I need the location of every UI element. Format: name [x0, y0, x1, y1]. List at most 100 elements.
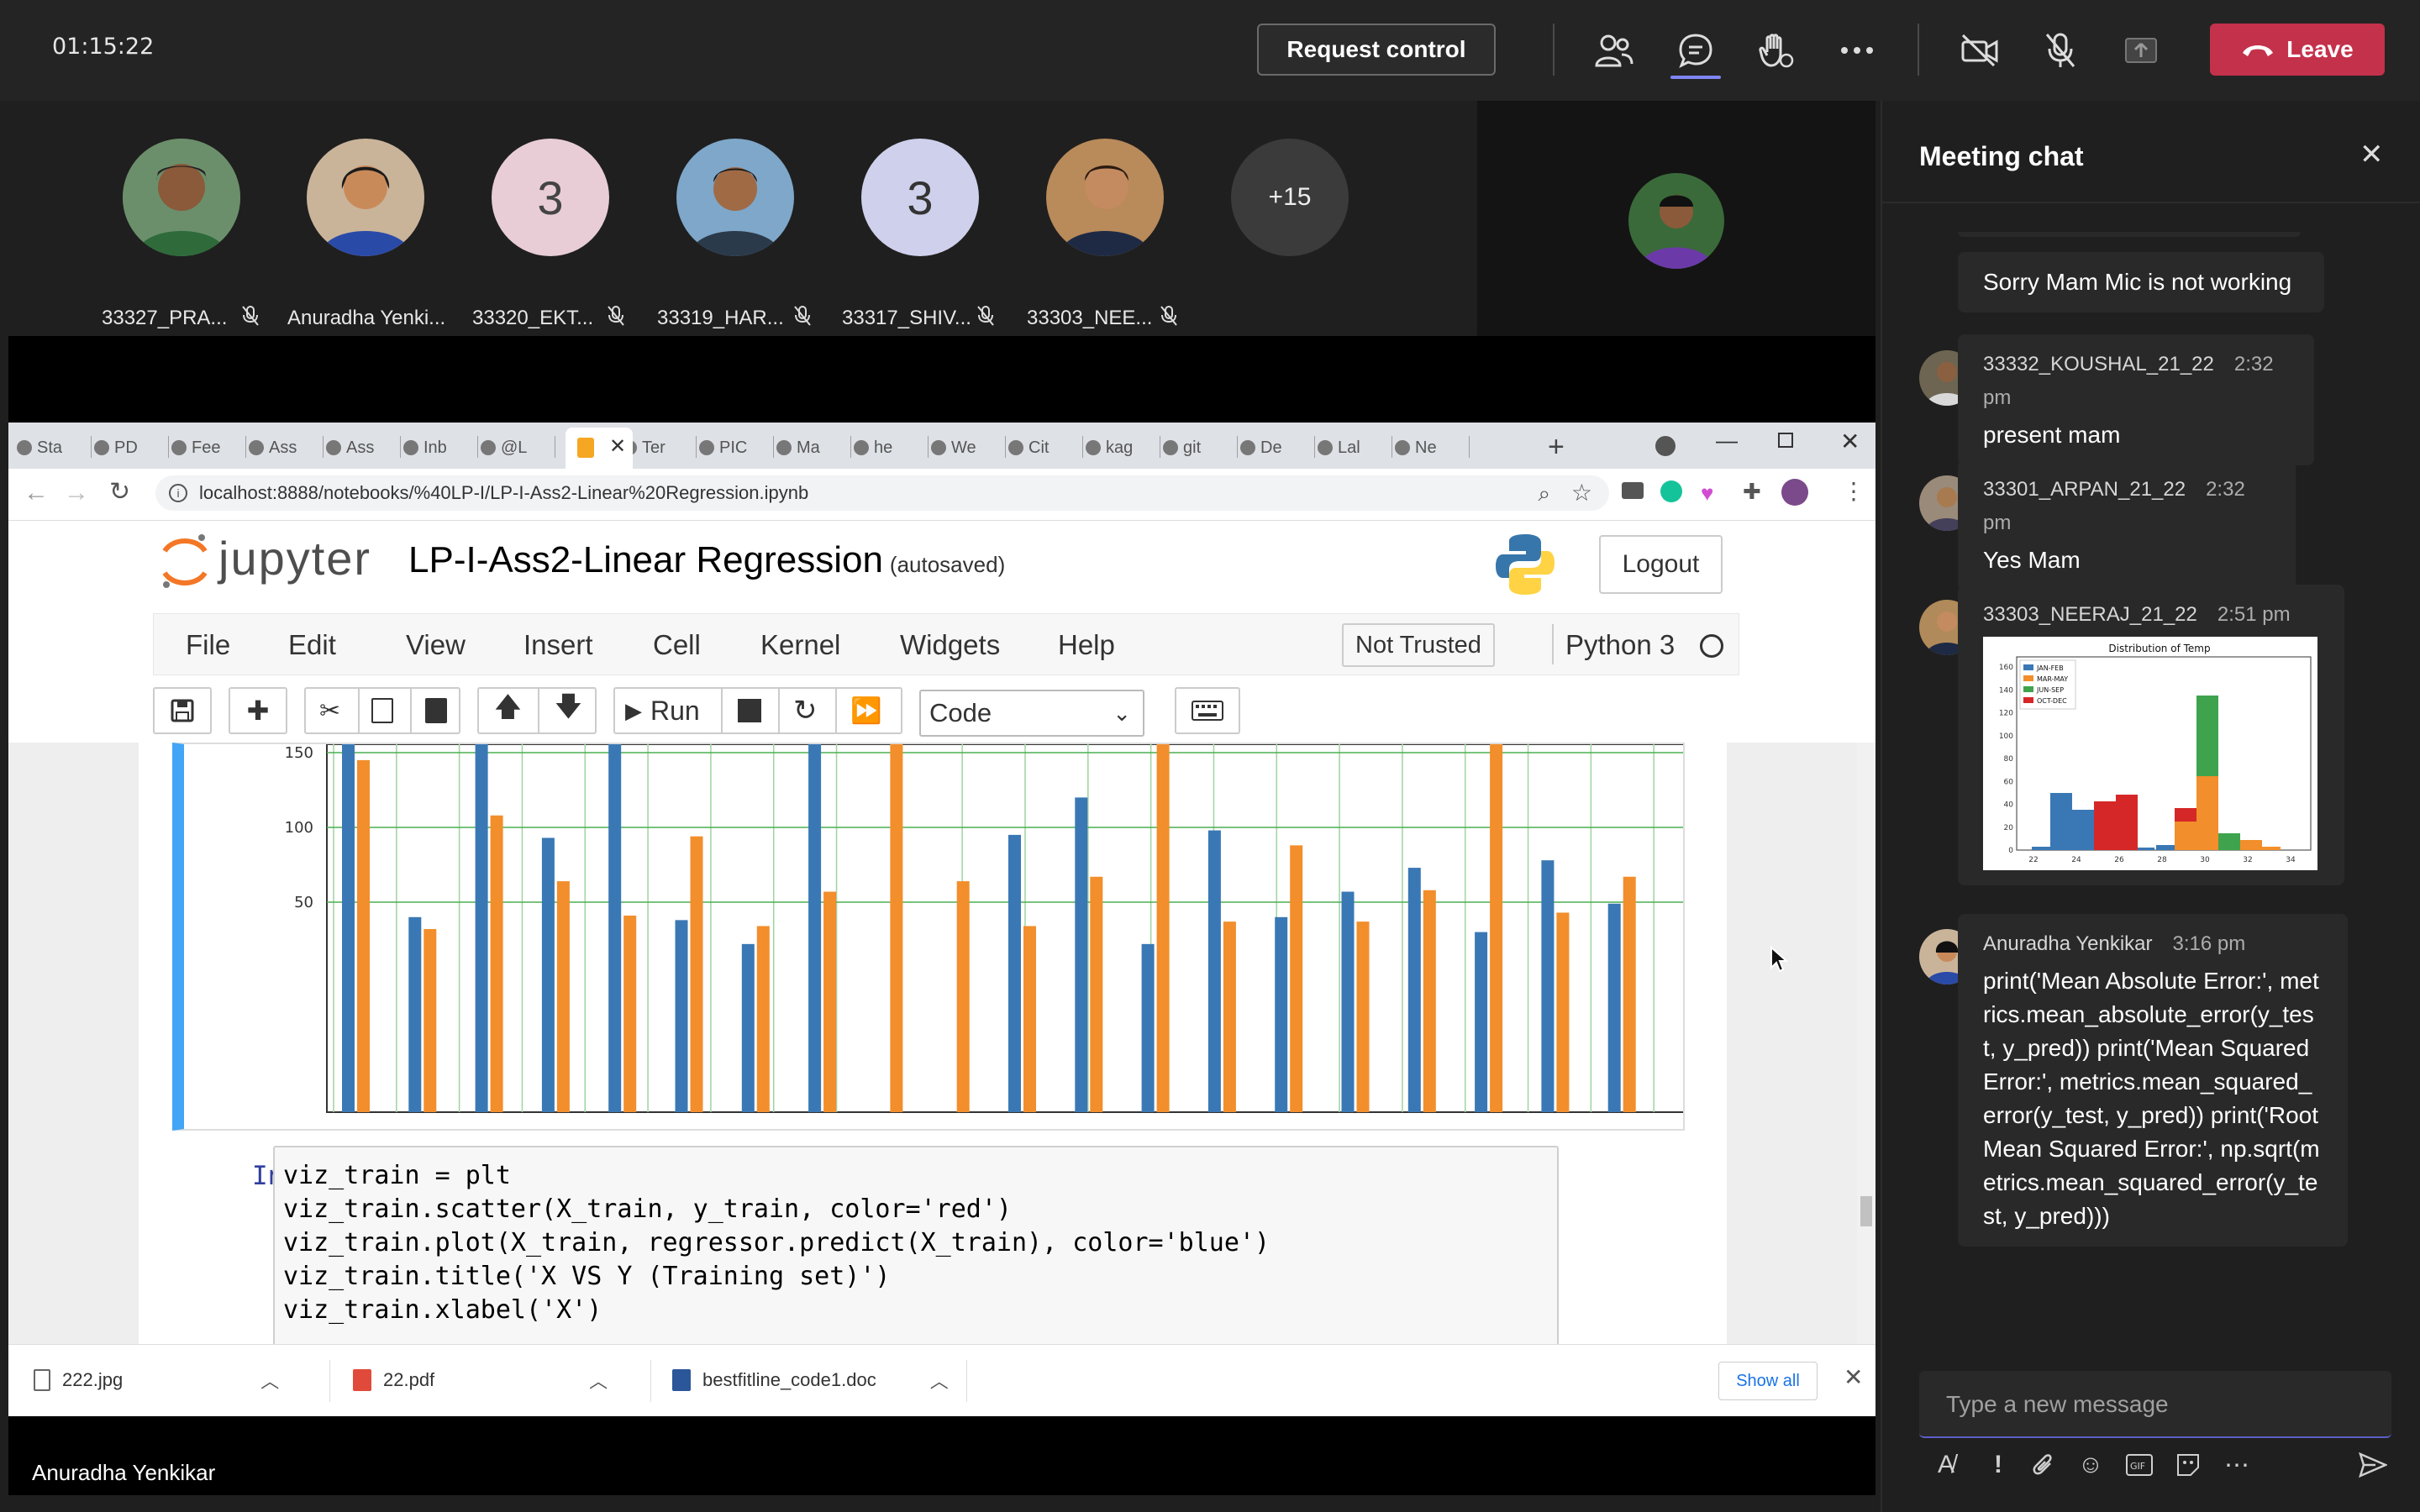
- save-icon[interactable]: [153, 687, 212, 734]
- menu-cell[interactable]: Cell: [653, 629, 701, 661]
- chevron-up-icon[interactable]: ︿: [589, 1367, 608, 1394]
- participant-tile[interactable]: 3 33320_EKT...: [462, 139, 639, 329]
- share-screen-icon[interactable]: [2119, 29, 2163, 72]
- mic-off-icon[interactable]: [2039, 29, 2082, 72]
- menu-insert[interactable]: Insert: [523, 629, 593, 661]
- raise-hand-icon[interactable]: [1754, 29, 1798, 72]
- bookmark-star-icon[interactable]: ☆: [1571, 475, 1592, 511]
- browser-tab[interactable]: @L: [481, 434, 527, 461]
- more-options-icon[interactable]: [1835, 29, 1879, 72]
- menu-view[interactable]: View: [406, 629, 466, 661]
- reload-icon[interactable]: ↻: [109, 477, 130, 507]
- menu-widgets[interactable]: Widgets: [900, 629, 1000, 661]
- chat-message[interactable]: Sorry Mam Mic is not working: [1958, 252, 2324, 312]
- participant-tile[interactable]: 33303_NEE...: [1017, 139, 1193, 329]
- attach-icon[interactable]: [2025, 1446, 2062, 1483]
- not-trusted-button[interactable]: Not Trusted: [1342, 623, 1495, 667]
- chat-message[interactable]: 33301_ARPAN_21_22 2:32 pm Yes Mam: [1958, 459, 2296, 591]
- close-window-icon[interactable]: ✕: [1840, 428, 1860, 455]
- page-scrollbar[interactable]: [1857, 743, 1876, 1344]
- browser-tab[interactable]: PD: [94, 434, 138, 461]
- chat-message[interactable]: 33303_NEERAJ_21_22 2:51 pm Distribution o…: [1958, 585, 2344, 885]
- show-all-downloads-button[interactable]: Show all: [1718, 1362, 1818, 1400]
- more-options-icon[interactable]: ⋯: [2218, 1446, 2255, 1483]
- download-item[interactable]: 222.jpg ︿: [34, 1362, 279, 1399]
- chat-message[interactable]: 33332_KOUSHAL_21_22 2:32 pm present mam: [1958, 334, 2314, 465]
- browser-tab[interactable]: De: [1240, 434, 1282, 461]
- participant-tile[interactable]: 33319_HAR...: [647, 139, 823, 329]
- participant-tile[interactable]: 3 33317_SHIV...: [832, 139, 1008, 329]
- extension-mail-icon[interactable]: [1622, 482, 1644, 499]
- browser-tab[interactable]: PIC: [699, 434, 747, 461]
- restore-icon[interactable]: [1778, 433, 1793, 448]
- close-chat-icon[interactable]: ✕: [2360, 138, 2384, 171]
- browser-tab[interactable]: Inb: [403, 434, 447, 461]
- restart-run-all-icon[interactable]: ⏩: [850, 696, 881, 726]
- camera-off-icon[interactable]: [1958, 29, 2002, 72]
- code-cell[interactable]: viz_train = plt viz_train.scatter(X_trai…: [273, 1146, 1559, 1344]
- forward-icon[interactable]: →: [64, 479, 89, 507]
- keyboard-icon[interactable]: [1175, 687, 1240, 734]
- url-field[interactable]: i localhost:8888/notebooks/%40LP-I/LP-I-…: [155, 475, 1609, 511]
- new-tab-icon[interactable]: +: [1548, 431, 1565, 464]
- sticker-icon[interactable]: [2170, 1446, 2207, 1483]
- copy-icon[interactable]: [371, 698, 393, 723]
- overflow-participants[interactable]: +15: [1202, 139, 1378, 307]
- menu-kernel[interactable]: Kernel: [760, 629, 840, 661]
- browser-tab[interactable]: Fee: [171, 434, 220, 461]
- browser-tab[interactable]: Ma: [776, 434, 820, 461]
- zoom-icon[interactable]: ⌕: [1538, 475, 1550, 511]
- interrupt-icon[interactable]: [738, 699, 761, 722]
- gif-icon[interactable]: GIF: [2121, 1446, 2158, 1483]
- paste-icon[interactable]: [425, 698, 447, 723]
- emoji-icon[interactable]: ☺: [2072, 1446, 2109, 1483]
- message-input[interactable]: Type a new message: [1919, 1371, 2391, 1438]
- chevron-up-icon[interactable]: ︿: [930, 1367, 949, 1394]
- move-down-icon[interactable]: 🡇: [555, 688, 582, 733]
- active-tab[interactable]: ✕: [566, 428, 633, 469]
- browser-menu-icon[interactable]: ⋮: [1842, 477, 1865, 505]
- extension-heart-icon[interactable]: ♥: [1701, 480, 1713, 507]
- scrollbar-thumb[interactable]: [1860, 1196, 1872, 1226]
- cell-type-select[interactable]: Code ⌄: [919, 690, 1144, 737]
- browser-tab[interactable]: kag: [1086, 434, 1133, 461]
- browser-tab[interactable]: Ne: [1395, 434, 1437, 461]
- back-icon[interactable]: ←: [24, 479, 49, 507]
- minimize-icon[interactable]: —: [1716, 428, 1738, 454]
- browser-tab[interactable]: git: [1163, 434, 1201, 461]
- participant-tile[interactable]: 33327_PRA...: [93, 139, 270, 329]
- browser-tab[interactable]: Lal: [1318, 434, 1360, 461]
- browser-tab[interactable]: Ass: [249, 434, 297, 461]
- send-icon[interactable]: [2354, 1446, 2391, 1483]
- download-item[interactable]: bestfitline_code1.doc ︿: [672, 1362, 949, 1399]
- run-button[interactable]: ▶ Run: [625, 696, 700, 727]
- restart-icon[interactable]: ↻: [793, 694, 818, 727]
- logout-button[interactable]: Logout: [1599, 535, 1723, 594]
- extensions-puzzle-icon[interactable]: ✚: [1743, 479, 1761, 505]
- browser-tab[interactable]: Cit: [1008, 434, 1049, 461]
- download-item[interactable]: 22.pdf ︿: [353, 1362, 608, 1399]
- chevron-up-icon[interactable]: ︿: [260, 1367, 279, 1394]
- shared-image-chart[interactable]: Distribution of Temp 160 140 120 100 80 60 40 20…: [1983, 637, 2317, 870]
- move-up-icon[interactable]: 🡅: [494, 688, 522, 733]
- notebook-title[interactable]: LP-I-Ass2-Linear Regression (autosaved): [408, 539, 1005, 581]
- browser-tab[interactable]: Sta: [17, 434, 62, 461]
- important-icon[interactable]: !: [1980, 1446, 2017, 1483]
- participant-tile[interactable]: Anuradha Yenki...: [277, 139, 454, 329]
- grammarly-icon[interactable]: [1660, 480, 1682, 502]
- browser-tab[interactable]: Ass: [326, 434, 374, 461]
- menu-file[interactable]: File: [186, 629, 230, 661]
- leave-button[interactable]: Leave: [2210, 24, 2385, 76]
- browser-tab[interactable]: he: [854, 434, 892, 461]
- insert-cell-icon[interactable]: ✚: [229, 687, 287, 734]
- people-icon[interactable]: [1592, 29, 1636, 72]
- cut-icon[interactable]: ✂: [319, 696, 340, 726]
- chat-message[interactable]: Anuradha Yenkikar 3:16 pm print('Mean Abs…: [1958, 914, 2348, 1247]
- kernel-name[interactable]: Python 3: [1565, 629, 1675, 661]
- close-tab-icon[interactable]: ✕: [609, 434, 626, 459]
- menu-edit[interactable]: Edit: [288, 629, 336, 661]
- browser-tab[interactable]: We: [931, 434, 976, 461]
- format-icon[interactable]: A̸: [1928, 1446, 1965, 1483]
- menu-help[interactable]: Help: [1058, 629, 1115, 661]
- tab-search-icon[interactable]: [1655, 436, 1676, 456]
